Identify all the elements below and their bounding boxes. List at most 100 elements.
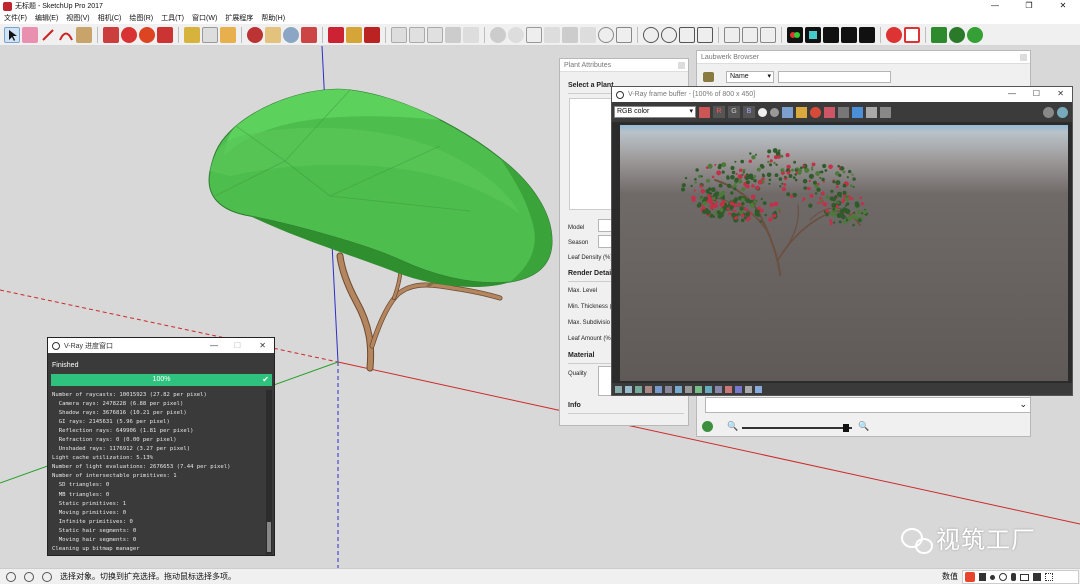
menu-draw[interactable]: 绘图(R) [125,13,157,23]
menu-edit[interactable]: 编辑(E) [31,13,62,23]
menu-tools[interactable]: 工具(T) [157,13,188,23]
stop-icon[interactable] [1043,106,1054,118]
log-scrollbar[interactable] [266,390,272,554]
walk-icon[interactable] [562,26,578,43]
geo-location-icon[interactable] [24,571,34,582]
zoom-extents-icon[interactable] [301,26,317,43]
bottom-tool-icon[interactable] [635,385,642,393]
render-icon[interactable] [508,26,524,43]
menu-extensions[interactable]: 扩展程序 [221,13,257,23]
globe-icon[interactable] [598,26,614,43]
trim-icon[interactable] [697,26,713,43]
info-icon[interactable] [6,571,16,582]
shadow-icon[interactable] [526,26,542,43]
add-plant-icon[interactable] [702,421,713,432]
zoom-out-icon[interactable]: 🔍 [727,421,738,432]
mono-dot-icon[interactable] [770,107,779,117]
channel-colors-icon[interactable] [699,106,710,118]
menu-camera[interactable]: 相机(C) [94,13,126,23]
line-icon[interactable] [40,27,56,43]
photo-icon[interactable] [463,26,479,43]
vray-asset-icon[interactable] [787,26,803,43]
red-channel-button[interactable]: R [713,106,725,118]
region-icon[interactable] [838,106,849,118]
blue-channel-button[interactable]: B [743,106,755,118]
settings-gear-icon[interactable] [886,26,902,43]
orbit-icon[interactable] [247,26,263,43]
bottom-tool-icon[interactable] [755,385,762,393]
history-icon[interactable] [880,106,891,118]
subtract-icon[interactable] [679,26,695,43]
maximize-icon[interactable]: ☐ [1033,89,1040,98]
channel-select[interactable]: RGB color ▾ [614,106,696,118]
scale-icon[interactable] [157,26,173,43]
grass-icon[interactable] [445,26,461,43]
shape-icon[interactable] [76,26,92,43]
menu-view[interactable]: 视图(V) [62,13,93,23]
white-dot-icon[interactable] [758,107,767,117]
track-mouse-icon[interactable] [824,106,835,118]
offset-icon[interactable] [184,26,200,43]
views-icon[interactable] [409,26,425,43]
maximize-icon[interactable]: ❐ [1012,0,1046,12]
close-icon[interactable]: ✕ [1046,0,1080,12]
text-icon[interactable] [220,26,236,43]
vray-render-icon[interactable] [805,26,821,43]
plugin-b-icon[interactable] [859,26,875,43]
bottom-tool-icon[interactable] [625,385,632,393]
push-pull-icon[interactable] [103,26,119,43]
pan-icon[interactable] [265,26,281,43]
zoom-icon[interactable] [283,26,299,43]
bottom-tool-icon[interactable] [715,385,722,393]
rotate-icon[interactable] [139,26,155,43]
ime-grid-icon[interactable] [1045,573,1053,581]
laubwerk-tree-icon[interactable] [967,26,983,43]
section-icon[interactable] [427,26,443,43]
bottom-tool-icon[interactable] [735,385,742,393]
plugin-a-icon[interactable] [841,26,857,43]
filter-select[interactable]: Name ▾ [726,71,774,83]
warehouse-icon[interactable] [724,26,740,43]
grid-layout-icon[interactable] [904,26,920,43]
styles-icon[interactable] [364,26,380,43]
maximize-icon[interactable]: ☐ [234,341,241,350]
ime-emoji-icon[interactable] [999,573,1007,581]
union-icon[interactable] [661,26,677,43]
lens-icon[interactable] [866,106,877,118]
eye-icon[interactable] [1057,106,1068,118]
render-last-icon[interactable] [852,106,863,118]
share-icon[interactable] [742,26,758,43]
ime-mic-icon[interactable] [1011,573,1016,581]
bottom-tool-icon[interactable] [665,385,672,393]
camera-icon[interactable] [580,26,596,43]
bottom-tool-icon[interactable] [655,385,662,393]
ime-chinese-icon[interactable] [979,573,986,581]
menu-window[interactable]: 窗口(W) [188,13,221,23]
sandbox-icon[interactable] [391,26,407,43]
close-icon[interactable]: ✕ [1057,89,1064,98]
panel-close-icon[interactable] [678,62,685,69]
laubwerk-plant-icon[interactable] [931,26,947,43]
select-icon[interactable] [4,26,20,43]
results-dropdown[interactable]: ⌄ [705,397,1031,413]
thumbnail-zoom-slider[interactable] [742,424,852,432]
eraser-icon[interactable] [22,26,38,43]
scrollbar-thumb[interactable] [267,522,271,552]
rendered-image[interactable] [620,125,1068,381]
ime-logo-icon[interactable] [965,572,975,582]
minimize-icon[interactable]: — [210,341,218,350]
bottom-tool-icon[interactable] [675,385,682,393]
bottom-tool-icon[interactable] [645,385,652,393]
search-input[interactable] [778,71,891,83]
tape-icon[interactable] [202,26,218,43]
materials-icon[interactable] [346,26,362,43]
solid-icon[interactable] [643,26,659,43]
vray-fb-icon[interactable] [823,26,839,43]
ime-punct-icon[interactable] [990,574,995,580]
menu-help[interactable]: 帮助(H) [257,13,289,23]
folder-icon[interactable] [796,106,807,118]
arc-icon[interactable] [58,27,74,43]
grid-icon[interactable] [616,26,632,43]
clear-icon[interactable] [810,106,821,118]
laubwerk-list-icon[interactable] [949,26,965,43]
